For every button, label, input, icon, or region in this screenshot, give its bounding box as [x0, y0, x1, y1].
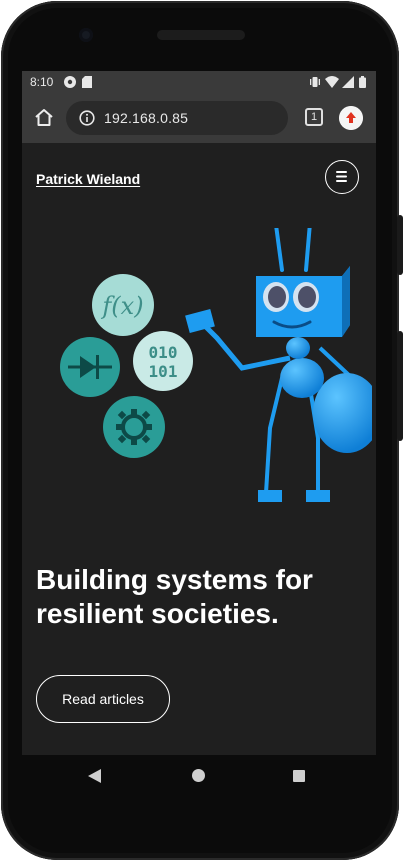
- function-bubble: f(x): [92, 274, 154, 336]
- home-circle-icon[interactable]: [192, 769, 205, 782]
- function-bubble-label: f(x): [100, 292, 143, 320]
- address-bar[interactable]: 192.168.0.85: [66, 101, 288, 135]
- headline-line-1: Building systems for: [36, 564, 313, 595]
- url-text: 192.168.0.85: [104, 110, 189, 126]
- front-camera: [79, 28, 93, 42]
- notification-app-icon: [64, 76, 76, 88]
- hamburger-icon: [336, 171, 347, 182]
- binary-bubble-line1: 010: [149, 343, 178, 362]
- earpiece-speaker: [157, 30, 245, 40]
- status-bar: 8:10: [22, 71, 376, 93]
- binary-bubble: 010 101: [133, 331, 193, 391]
- headline-line-2: resilient societies.: [36, 598, 279, 629]
- hero-illustration: f(x) 010 101: [60, 228, 372, 502]
- status-time: 8:10: [30, 75, 54, 89]
- diode-icon: [60, 337, 120, 397]
- read-articles-button[interactable]: Read articles: [36, 675, 170, 723]
- screen: 8:10 192.168.0.85 1 Patrick Wieland f(x)…: [22, 71, 376, 755]
- home-icon[interactable]: [32, 106, 56, 130]
- robot-ant: [185, 228, 372, 502]
- gear-icon: [103, 396, 165, 458]
- android-nav-bar: [22, 755, 376, 799]
- signal-icon: [342, 76, 354, 88]
- info-icon[interactable]: [79, 110, 95, 126]
- browser-toolbar: 192.168.0.85 1: [22, 93, 376, 143]
- back-icon[interactable]: [88, 769, 101, 783]
- tab-switcher-button[interactable]: 1: [305, 108, 323, 126]
- site-brand-link[interactable]: Patrick Wieland: [36, 171, 140, 187]
- web-page: Patrick Wieland f(x) 010 101 Building sy…: [22, 143, 376, 755]
- volume-button: [397, 215, 403, 275]
- sd-card-icon: [82, 76, 92, 88]
- vibrate-icon: [310, 77, 320, 87]
- extension-icon[interactable]: [339, 106, 363, 130]
- wifi-icon: [325, 76, 339, 88]
- power-button: [397, 331, 403, 441]
- binary-bubble-line2: 101: [149, 362, 178, 381]
- battery-icon: [359, 76, 366, 88]
- recents-icon[interactable]: [293, 770, 305, 782]
- menu-button[interactable]: [325, 160, 359, 194]
- hero-headline: Building systems for resilient societies…: [36, 563, 356, 631]
